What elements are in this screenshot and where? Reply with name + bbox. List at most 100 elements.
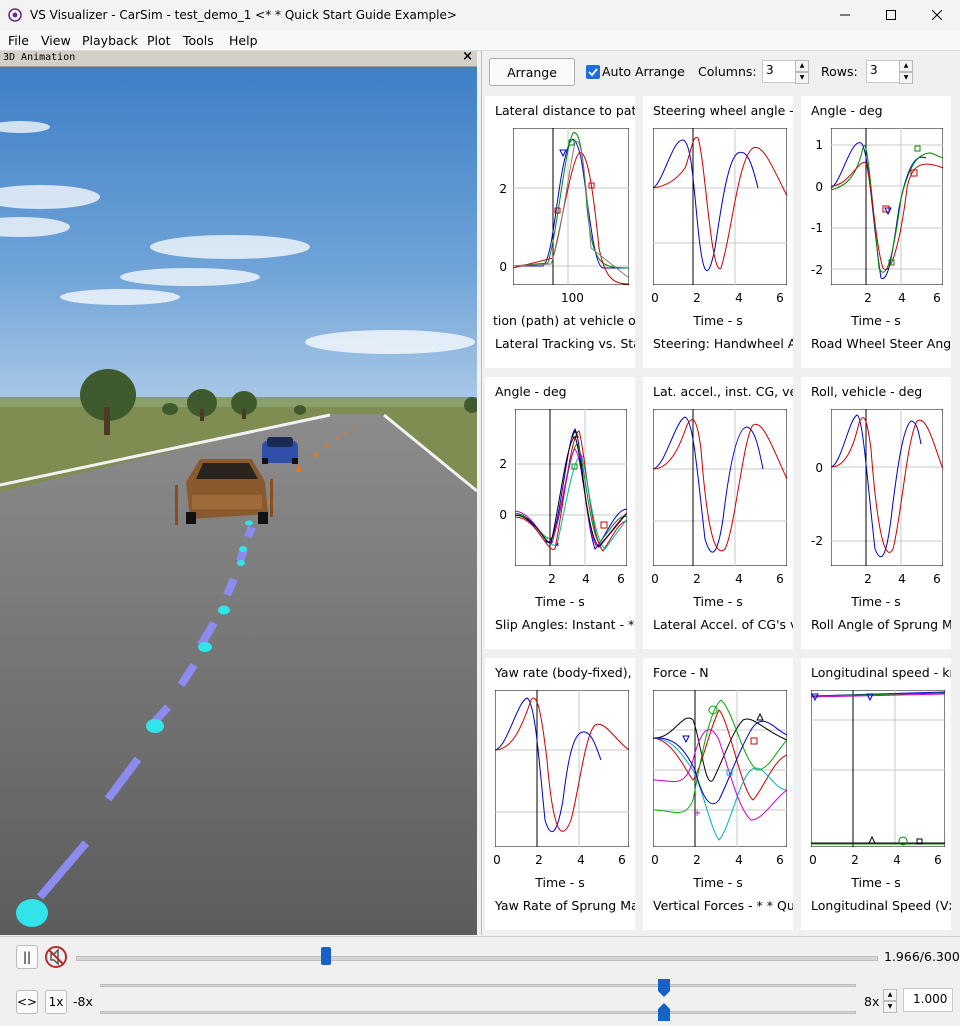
- plot-canvas: +: [653, 690, 787, 847]
- spin-up-icon[interactable]: ▲: [795, 60, 809, 72]
- plot-roll-angle[interactable]: Roll, vehicle - deg 0 -2 2 4 6 Time - s …: [801, 377, 951, 649]
- spin-up-icon[interactable]: ▲: [899, 60, 913, 72]
- x-axis-label: tion (path) at vehicle ori: [493, 313, 635, 328]
- plot-title: Steering wheel angle - c: [653, 103, 793, 118]
- spin-up-icon[interactable]: ▲: [883, 989, 897, 1001]
- loop-button[interactable]: <>: [16, 990, 38, 1014]
- plot-legend-text: Roll Angle of Sprung M: [811, 617, 951, 632]
- x-tick-label: 2: [693, 572, 701, 586]
- plot-title: Angle - deg: [495, 384, 567, 399]
- x-tick-label: 0: [651, 572, 659, 586]
- plot-legend-text: Yaw Rate of Sprung Ma: [495, 898, 635, 913]
- plot-title: Longitudinal speed - km: [811, 665, 951, 680]
- menu-plot[interactable]: Plot: [147, 33, 171, 48]
- close-icon[interactable]: [914, 0, 960, 30]
- columns-stepper[interactable]: ▲ ▼: [795, 60, 809, 84]
- plot-title: Lateral distance to path: [495, 103, 635, 118]
- plot-panel: Arrange Auto Arrange Columns: 3 ▲ ▼ Rows:…: [481, 51, 960, 935]
- playback-controls: || 1.966/6.300 <> 1x -8x 8x ▲ ▼ 1.000: [0, 936, 960, 1026]
- x-tick-label: 6: [933, 572, 941, 586]
- time-readout: 1.966/6.300: [884, 949, 960, 964]
- speed-input[interactable]: 1.000: [903, 988, 953, 1012]
- y-tick-label: 0: [499, 508, 507, 522]
- menu-tools[interactable]: Tools: [183, 33, 214, 48]
- plot-canvas: [831, 128, 943, 285]
- plot-lateral-accel[interactable]: Lat. accel., inst. CG, ve 0 2 4 6 Time -…: [643, 377, 793, 649]
- title-bar: VS Visualizer - CarSim - test_demo_1 <* …: [0, 0, 960, 30]
- x-axis-label: Time - s: [851, 594, 901, 609]
- x-tick-label: 6: [776, 853, 784, 867]
- plot-canvas: [811, 690, 945, 847]
- rows-stepper[interactable]: ▲ ▼: [899, 60, 913, 84]
- rows-input[interactable]: 3: [866, 60, 902, 83]
- menu-playback[interactable]: Playback: [82, 33, 138, 48]
- spin-down-icon[interactable]: ▼: [883, 1001, 897, 1013]
- spin-down-icon[interactable]: ▼: [899, 72, 913, 84]
- plot-vertical-forces[interactable]: Force - N + 0 2 4 6 Time - s Vertical Fo…: [643, 658, 793, 930]
- time-slider-thumb[interactable]: [320, 947, 331, 965]
- plot-canvas: [653, 128, 787, 285]
- y-tick-label: 0: [815, 461, 823, 475]
- x-axis-label: Time - s: [851, 875, 901, 890]
- x-tick-label: 0: [809, 853, 817, 867]
- svg-text:+: +: [577, 452, 585, 462]
- x-tick-label: 4: [735, 853, 743, 867]
- speed-stepper[interactable]: ▲ ▼: [883, 989, 897, 1013]
- time-slider-track[interactable]: [76, 956, 878, 961]
- menu-bar: File View Playback Plot Tools Help: [0, 30, 960, 51]
- y-tick-label: 0: [499, 260, 507, 274]
- maximize-icon[interactable]: [868, 0, 914, 30]
- plot-legend-text: Longitudinal Speed (Vx: [811, 898, 951, 913]
- animation-label: 3D Animation: [3, 52, 76, 63]
- menu-help[interactable]: Help: [229, 33, 258, 48]
- x-axis-label: Time - s: [851, 313, 901, 328]
- plot-legend-text: Steering: Handwheel Ar: [653, 336, 793, 351]
- x-tick-label: 6: [617, 572, 625, 586]
- menu-file[interactable]: File: [8, 33, 29, 48]
- auto-arrange-label: Auto Arrange: [602, 64, 685, 79]
- realtime-rate-button[interactable]: 1x: [45, 990, 67, 1014]
- y-tick-label: 1: [815, 138, 823, 152]
- blue-car: [262, 437, 298, 464]
- speed-slider-thumb-lower[interactable]: [658, 1003, 670, 1021]
- columns-label: Columns:: [698, 64, 757, 79]
- columns-input[interactable]: 3: [762, 60, 798, 83]
- menu-view[interactable]: View: [41, 33, 71, 48]
- y-tick-label: -1: [811, 221, 823, 235]
- speed-slider-thumb[interactable]: [658, 979, 670, 997]
- plot-legend-text: Lateral Accel. of CG's v: [653, 617, 793, 632]
- animation-viewport[interactable]: [0, 67, 477, 935]
- plot-slip-angles[interactable]: Angle - deg 2 0 + * 2 4 6 Time - s Slip …: [485, 377, 635, 649]
- x-axis-label: Time - s: [535, 594, 585, 609]
- mute-sound-icon[interactable]: [44, 945, 68, 969]
- plot-road-wheel-steer[interactable]: Angle - deg 1 0 -1 -2 2 4 6 Time - s Roa…: [801, 96, 951, 368]
- plot-yaw-rate[interactable]: Yaw rate (body-fixed), v 0 2 4 6 Time - …: [485, 658, 635, 930]
- plot-legend-text: Vertical Forces - * * Qu: [653, 898, 793, 913]
- plot-steering-wheel-angle[interactable]: Steering wheel angle - c 0 2 4 6 Time - …: [643, 96, 793, 368]
- x-tick-label: 6: [934, 853, 942, 867]
- x-tick-label: 4: [893, 853, 901, 867]
- columns-value: 3: [766, 63, 774, 77]
- x-tick-label: 0: [493, 853, 501, 867]
- x-tick-label: 4: [735, 291, 743, 305]
- x-tick-label: 6: [776, 572, 784, 586]
- auto-arrange-checkbox[interactable]: [586, 65, 600, 79]
- plot-title: Roll, vehicle - deg: [811, 384, 923, 399]
- x-tick-label: 2: [864, 572, 872, 586]
- plot-title: Yaw rate (body-fixed), v: [495, 665, 635, 680]
- x-axis-label: Time - s: [693, 594, 743, 609]
- arrange-button[interactable]: Arrange: [489, 58, 575, 86]
- y-tick-label: -2: [811, 263, 823, 277]
- x-tick-label: 6: [618, 853, 626, 867]
- plot-title: Lat. accel., inst. CG, ve: [653, 384, 793, 399]
- plot-legend-text: Lateral Tracking vs. Sta: [495, 336, 635, 351]
- x-tick-label: 2: [693, 291, 701, 305]
- pause-button[interactable]: ||: [16, 945, 38, 969]
- x-tick-label: 4: [898, 572, 906, 586]
- x-tick-label: 2: [693, 853, 701, 867]
- animation-close-icon[interactable]: ×: [462, 49, 473, 64]
- plot-longitudinal-speed[interactable]: Longitudinal speed - km 0 2 4 6 Time - s…: [801, 658, 951, 930]
- plot-lateral-distance[interactable]: Lateral distance to path 2 0 100 tion (p…: [485, 96, 635, 368]
- spin-down-icon[interactable]: ▼: [795, 72, 809, 84]
- minimize-icon[interactable]: [822, 0, 868, 30]
